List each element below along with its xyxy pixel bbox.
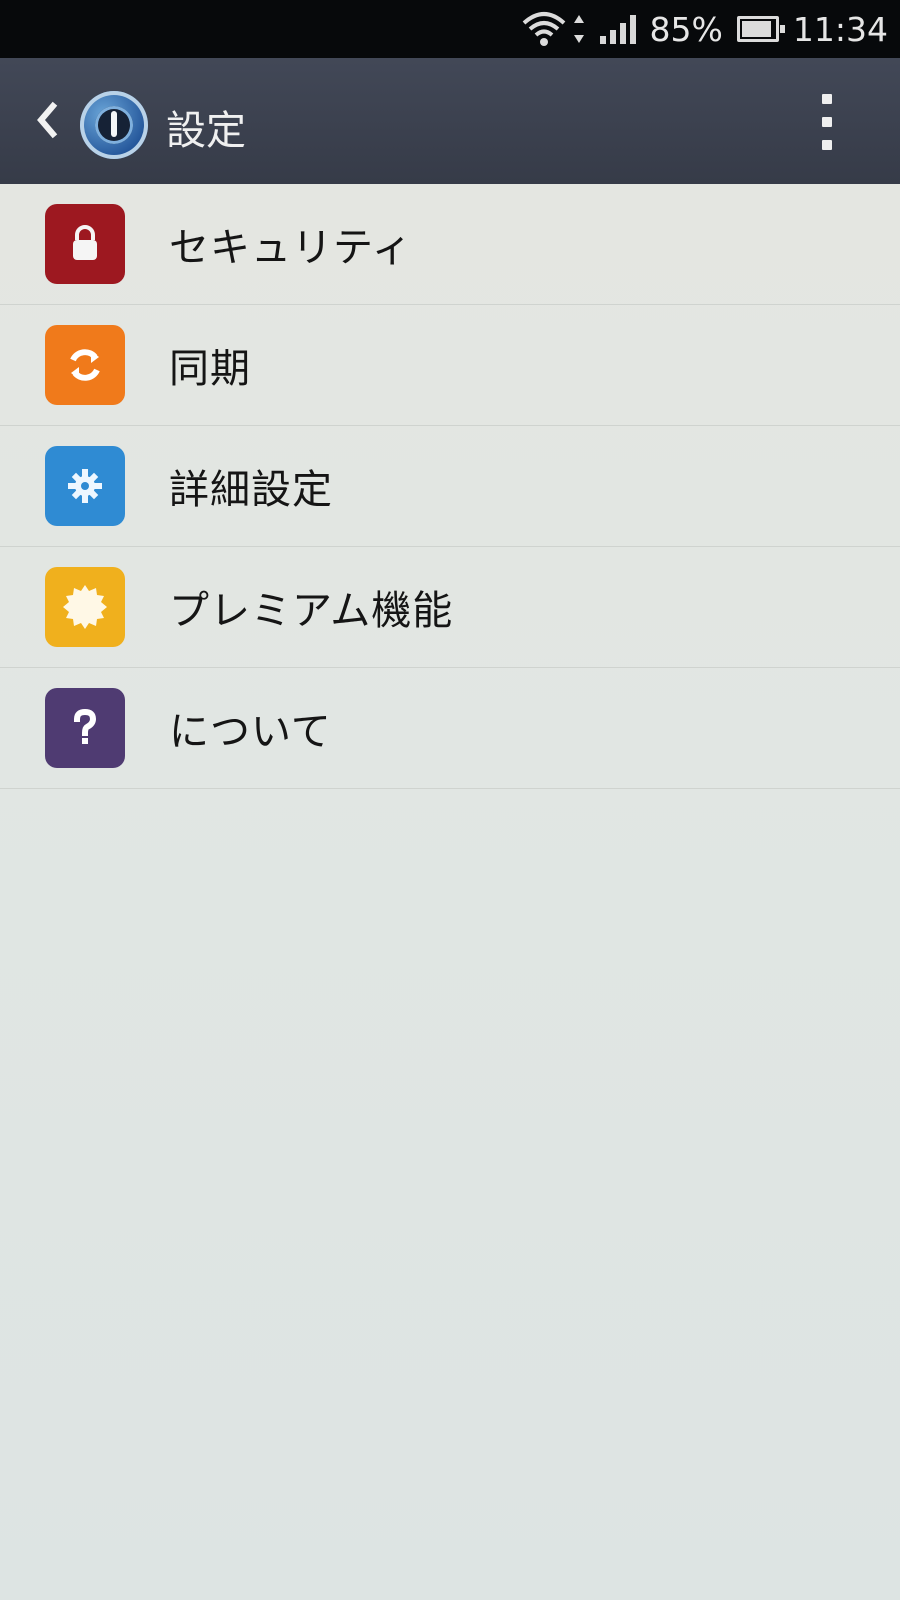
battery-percent: 85% — [649, 9, 723, 49]
app-bar: 設定 — [0, 58, 900, 184]
status-indicators: 85% 11:34 — [520, 0, 888, 58]
settings-item-label: プレミアム機能 — [169, 588, 454, 634]
settings-item-about[interactable]: について — [0, 668, 900, 789]
settings-item-sync[interactable]: 同期 — [0, 305, 900, 426]
settings-item-label: 同期 — [169, 346, 251, 392]
settings-item-premium[interactable]: プレミアム機能 — [0, 547, 900, 668]
page-title: 設定 — [166, 108, 246, 154]
help-icon — [45, 688, 125, 768]
settings-list: セキュリティ 同期 詳細設定 プレミアム機能 について — [0, 184, 900, 1600]
wifi-icon — [522, 12, 565, 46]
clock-time: 11:34 — [792, 9, 888, 49]
lock-icon — [45, 204, 125, 284]
settings-item-label: 詳細設定 — [169, 467, 333, 513]
settings-item-advanced[interactable]: 詳細設定 — [0, 426, 900, 547]
settings-item-label: セキュリティ — [169, 225, 413, 271]
status-bar: 85% 11:34 — [0, 0, 900, 58]
back-icon[interactable] — [30, 96, 64, 144]
app-logo-icon — [80, 91, 148, 159]
data-arrows-icon — [573, 15, 584, 43]
sync-icon — [45, 325, 125, 405]
premium-badge-icon — [45, 567, 125, 647]
settings-item-security[interactable]: セキュリティ — [0, 184, 900, 305]
gear-icon — [45, 446, 125, 526]
signal-icon — [599, 14, 636, 44]
wifi-status — [520, 9, 586, 49]
overflow-menu-icon[interactable] — [812, 94, 842, 150]
settings-item-label: について — [169, 709, 332, 755]
battery-icon — [736, 16, 785, 42]
